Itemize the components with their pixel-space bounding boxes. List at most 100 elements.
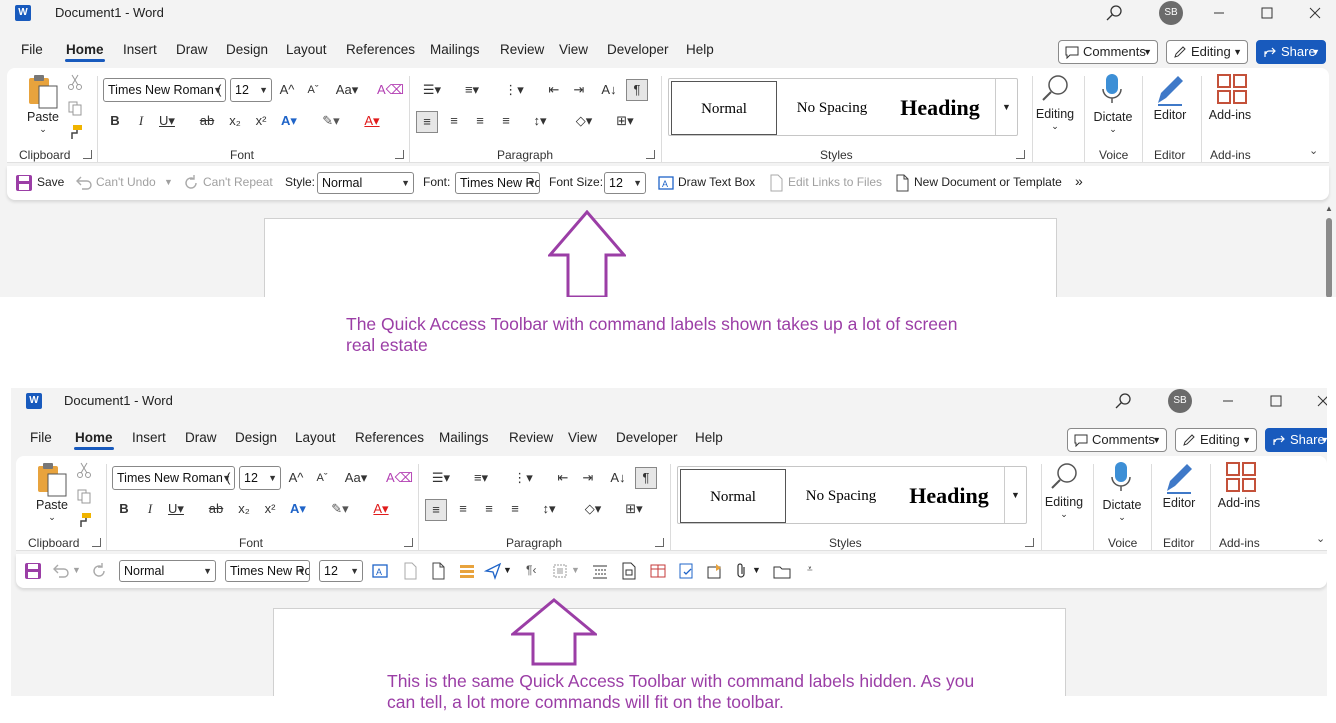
paste-label[interactable]: Paste [23, 110, 63, 124]
sort-icon[interactable]: A↓ [599, 80, 619, 100]
center-icon[interactable]: ≡ [444, 111, 464, 131]
font-launcher-icon[interactable] [395, 150, 404, 159]
tab-insert[interactable]: Insert [132, 430, 166, 445]
tab-insert[interactable]: Insert [123, 42, 157, 57]
text-box-icon[interactable]: A [657, 174, 675, 192]
style-no-spacing[interactable]: No Spacing [788, 469, 894, 523]
close-icon[interactable] [1311, 390, 1327, 412]
microphone-icon[interactable] [1100, 73, 1124, 107]
editing-label[interactable]: Editing [1040, 495, 1088, 509]
bullets-icon[interactable]: ☰▾ [426, 468, 456, 488]
editor-label[interactable]: Editor [1156, 496, 1202, 510]
undo-icon[interactable] [52, 562, 70, 580]
show-formatting-marks-icon[interactable]: ¶ [635, 467, 657, 489]
tab-review[interactable]: Review [500, 42, 544, 57]
line-spacing-icon[interactable]: ↕▾ [534, 499, 564, 519]
add-ins-icon[interactable] [1226, 462, 1256, 492]
justify-icon[interactable]: ≡ [496, 111, 516, 131]
clear-formatting-icon[interactable]: A⌫ [386, 468, 413, 488]
bold-icon[interactable]: B [114, 499, 134, 519]
dictate-label[interactable]: Dictate [1089, 110, 1137, 124]
new-document-label[interactable]: New Document or Template [914, 175, 1062, 189]
maximize-icon[interactable] [1255, 2, 1279, 24]
bold-icon[interactable]: B [105, 111, 125, 131]
tab-help[interactable]: Help [686, 42, 714, 57]
tab-view[interactable]: View [559, 42, 588, 57]
tab-review[interactable]: Review [509, 430, 553, 445]
comments-button[interactable]: Comments ▼ [1058, 40, 1158, 64]
qat-font-combo[interactable]: Times New Ro ▼ [455, 172, 540, 194]
editing-label[interactable]: Editing [1031, 107, 1079, 121]
chevron-down-icon[interactable]: ⌄ [32, 512, 72, 523]
save-label[interactable]: Save [37, 175, 64, 189]
chevron-down-icon[interactable]: ▼ [268, 467, 277, 489]
vertical-scrollbar[interactable]: ▲ [1324, 204, 1334, 297]
highlight-color-icon[interactable]: ✎▾ [321, 111, 341, 131]
tab-design[interactable]: Design [226, 42, 268, 57]
chevron-down-icon[interactable]: ⌄ [1040, 509, 1088, 520]
chevron-down-icon[interactable]: ⌄ [1089, 124, 1137, 135]
document-page[interactable] [264, 218, 1057, 297]
center-icon[interactable]: ≡ [453, 499, 473, 519]
scrollbar-thumb[interactable] [1326, 218, 1332, 297]
clipboard-launcher-icon[interactable] [92, 538, 101, 547]
style-heading[interactable]: Heading [887, 81, 993, 135]
numbering-icon[interactable]: ≡▾ [466, 468, 496, 488]
styles-launcher-icon[interactable] [1016, 150, 1025, 159]
cut-icon[interactable] [67, 74, 83, 90]
chevron-down-icon[interactable]: ▼ [503, 565, 512, 575]
editor-label[interactable]: Editor [1147, 108, 1193, 122]
collapse-ribbon-icon[interactable]: ⌄ [1316, 532, 1325, 545]
add-ins-icon[interactable] [1217, 74, 1247, 104]
undo-label[interactable]: Can't Undo [96, 175, 156, 189]
text-box-icon[interactable]: A [371, 562, 389, 580]
style-normal[interactable]: Normal [680, 469, 786, 523]
repeat-label[interactable]: Can't Repeat [203, 175, 273, 189]
open-folder-icon[interactable] [773, 562, 791, 580]
close-icon[interactable] [1303, 2, 1327, 24]
underline-icon[interactable]: U▾ [166, 499, 186, 519]
text-effects-icon[interactable]: A▾ [279, 111, 299, 131]
repeat-icon[interactable] [182, 174, 200, 192]
comments-button[interactable]: Comments ▼ [1067, 428, 1167, 452]
insert-document-icon[interactable] [620, 562, 638, 580]
tab-mailings[interactable]: Mailings [430, 42, 480, 57]
subscript-icon[interactable]: x₂ [234, 499, 254, 519]
editor-pen-icon[interactable] [1154, 73, 1186, 107]
show-formatting-marks-icon[interactable]: ¶ [626, 79, 648, 101]
change-case-icon[interactable]: Aa▾ [332, 80, 362, 100]
styles-launcher-icon[interactable] [1025, 538, 1034, 547]
tab-mailings[interactable]: Mailings [439, 430, 489, 445]
customize-toolbar-icon[interactable]: ⩡ [807, 564, 813, 575]
tab-draw[interactable]: Draw [185, 430, 217, 445]
increase-indent-icon[interactable]: ⇥ [569, 80, 589, 100]
bullets-icon[interactable]: ☰▾ [417, 80, 447, 100]
tab-file[interactable]: File [21, 42, 43, 57]
chevron-down-icon[interactable]: ▼ [72, 565, 81, 575]
chevron-down-icon[interactable]: ▼ [633, 173, 642, 193]
qat-font-size-combo[interactable]: 12 ▼ [319, 560, 363, 582]
style-combo[interactable]: Normal ▼ [119, 560, 216, 582]
multilevel-list-icon[interactable]: ⋮▾ [499, 80, 529, 100]
text-effects-icon[interactable]: A▾ [288, 499, 308, 519]
chevron-down-icon[interactable]: ▼ [222, 467, 231, 489]
strikethrough-icon[interactable]: ab [206, 499, 226, 519]
find-icon[interactable] [1048, 460, 1080, 492]
tab-draw[interactable]: Draw [176, 42, 208, 57]
strikethrough-icon[interactable]: ab [197, 111, 217, 131]
tab-home[interactable]: Home [74, 430, 114, 450]
chevron-down-icon[interactable]: ▼ [259, 79, 268, 101]
chevron-down-icon[interactable]: ⌄ [23, 124, 63, 135]
edit-links-icon[interactable] [401, 562, 419, 580]
justify-icon[interactable]: ≡ [505, 499, 525, 519]
style-heading[interactable]: Heading [896, 469, 1002, 523]
chevron-down-icon[interactable]: ▼ [350, 561, 359, 581]
decrease-indent-icon[interactable]: ⇤ [544, 80, 564, 100]
style-normal[interactable]: Normal [671, 81, 777, 135]
send-icon[interactable] [484, 562, 502, 580]
new-document-icon[interactable] [893, 174, 911, 192]
paste-label[interactable]: Paste [32, 498, 72, 512]
clipboard-launcher-icon[interactable] [83, 150, 92, 159]
superscript-icon[interactable]: x² [260, 499, 280, 519]
more-commands-icon[interactable]: » [1075, 173, 1083, 189]
